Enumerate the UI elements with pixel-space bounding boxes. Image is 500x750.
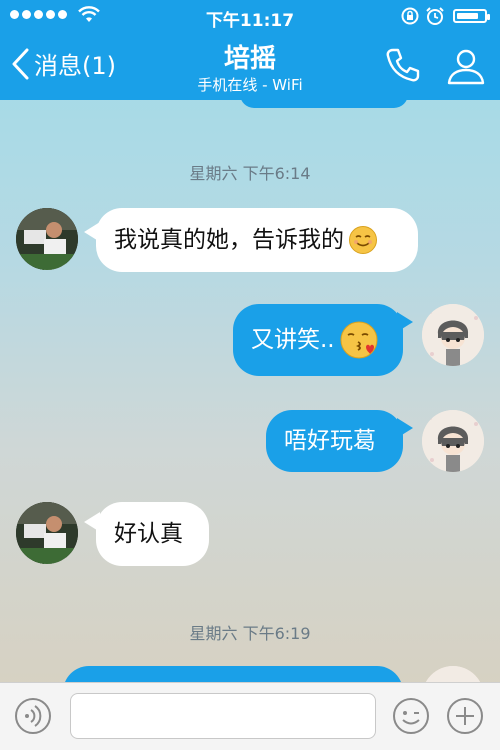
message-input[interactable]	[70, 693, 376, 739]
message-text: 我说真的她，告诉我的	[114, 227, 344, 253]
message-bubble-outgoing[interactable]: 唔好玩葛	[266, 410, 403, 472]
timestamp: 星期六 下午6:14	[189, 164, 311, 183]
avatar-self	[422, 666, 484, 682]
message-bubble-outgoing[interactable]: 又讲笑..	[233, 304, 403, 376]
message-bubble-partial	[240, 100, 408, 108]
chat-title: 培摇	[223, 44, 276, 74]
message-text: 又讲笑..	[251, 327, 335, 353]
status-bar: 下午11:17	[0, 0, 500, 32]
battery-icon	[453, 9, 490, 23]
smile-emoji-icon	[349, 226, 377, 254]
alarm-icon	[426, 7, 444, 25]
rotation-lock-icon	[401, 7, 419, 25]
message-bubble-partial	[63, 666, 403, 682]
timestamp: 星期六 下午6:19	[189, 624, 311, 643]
message-text: 好认真	[114, 521, 183, 547]
avatar[interactable]	[16, 208, 78, 270]
message-text: 唔好玩葛	[284, 428, 376, 454]
input-bar	[0, 682, 500, 750]
plus-icon[interactable]	[446, 697, 484, 735]
avatar[interactable]	[16, 502, 78, 564]
phone-icon[interactable]	[384, 46, 422, 84]
online-status: 手机在线 - WiFi	[197, 76, 303, 94]
message-bubble-incoming[interactable]: 我说真的她，告诉我的	[96, 208, 418, 272]
kiss-emoji-icon	[340, 321, 378, 359]
avatar-self[interactable]	[422, 410, 484, 472]
person-icon[interactable]	[446, 46, 486, 86]
avatar-self[interactable]	[422, 304, 484, 366]
message-bubble-incoming[interactable]: 好认真	[96, 502, 209, 566]
voice-icon[interactable]	[14, 697, 52, 735]
emoticon-icon[interactable]	[392, 697, 430, 735]
nav-bar: 消息(1) 培摇 手机在线 - WiFi	[0, 32, 500, 100]
chat-area[interactable]: 星期六 下午6:14 我说真的她，告诉我的 又讲笑.. 唔好玩葛 好认真 星期六…	[0, 100, 500, 682]
